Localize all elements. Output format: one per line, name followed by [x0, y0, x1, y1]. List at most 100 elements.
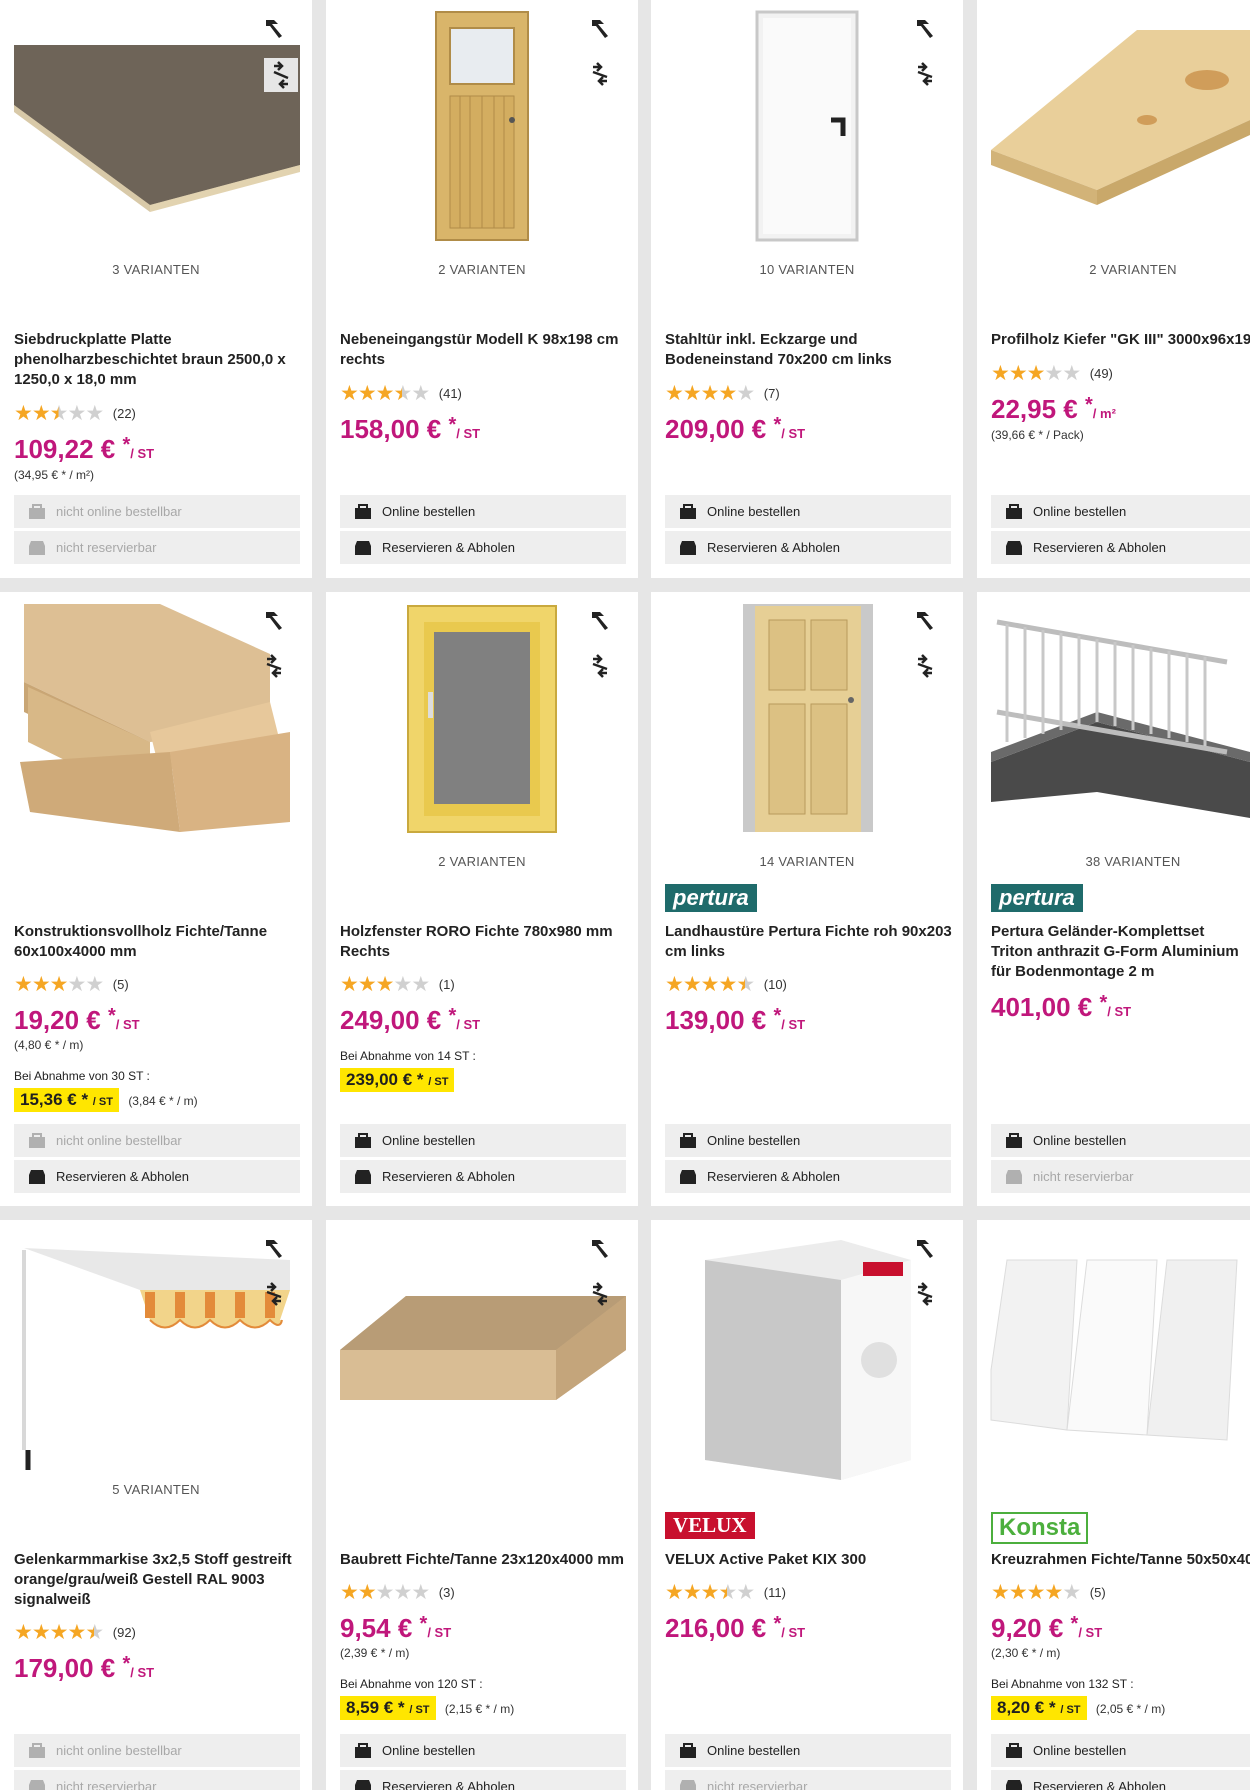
rating-stars: ★★★★★	[340, 1581, 430, 1604]
hammer-icon[interactable]	[260, 1234, 288, 1262]
product-title[interactable]: Holzfenster RORO Fichte 780x980 mm Recht…	[340, 922, 630, 962]
order-online-button[interactable]: Online bestellen	[665, 1124, 951, 1157]
hammer-icon[interactable]	[586, 1234, 614, 1262]
product-title[interactable]: Siebdruckplatte Platte phenolharzbeschic…	[14, 330, 304, 390]
order-online-button[interactable]: Online bestellen	[340, 495, 626, 528]
product-card[interactable]: 2 VARIANTEN Profilholz Kiefer "GK III" 3…	[977, 0, 1250, 578]
store-icon	[354, 1169, 372, 1185]
product-image[interactable]	[977, 592, 1250, 862]
reserve-button[interactable]: Reservieren & Abholen	[665, 531, 951, 564]
hammer-icon[interactable]	[911, 14, 939, 42]
rating-stars: ★★★★★	[665, 382, 755, 405]
compare-icon[interactable]	[260, 652, 288, 680]
cart-icon	[354, 1132, 372, 1149]
price-unit: / ST	[456, 1017, 481, 1032]
compare-icon[interactable]	[586, 652, 614, 680]
compare-icon[interactable]	[264, 58, 298, 92]
rating: ★★★★★ (7)	[665, 381, 780, 406]
hammer-icon[interactable]	[911, 606, 939, 634]
order-online-button[interactable]: nicht online bestellbar	[14, 495, 300, 528]
reserve-button[interactable]: nicht reservierbar	[14, 531, 300, 564]
order-online-button[interactable]: Online bestellen	[991, 1734, 1250, 1767]
unit-price: (2,30 € * / m)	[991, 1646, 1061, 1660]
bulk-price: 8,59 € * / ST	[340, 1696, 436, 1720]
price-value: 401,00 €	[991, 992, 1093, 1022]
reserve-button[interactable]: Reservieren & Abholen	[340, 1160, 626, 1193]
rating-stars: ★★★★★	[14, 1621, 104, 1644]
order-online-button[interactable]: Online bestellen	[991, 495, 1250, 528]
hammer-icon[interactable]	[260, 14, 288, 42]
product-card[interactable]: 14 VARIANTEN pertura Landhaustüre Pertur…	[651, 592, 963, 1206]
product-title[interactable]: Konstruktionsvollholz Fichte/Tanne 60x10…	[14, 922, 304, 962]
compare-icon[interactable]	[260, 1280, 288, 1308]
product-title[interactable]: Profilholz Kiefer "GK III" 3000x96x19 mm	[991, 330, 1250, 350]
reserve-button[interactable]: nicht reservierbar	[14, 1770, 300, 1790]
hammer-icon[interactable]	[586, 606, 614, 634]
reserve-button[interactable]: Reservieren & Abholen	[665, 1160, 951, 1193]
product-card[interactable]: 38 VARIANTEN pertura Pertura Geländer-Ko…	[977, 592, 1250, 1206]
price-value: 109,22 €	[14, 434, 116, 464]
price-unit: / ST	[456, 426, 481, 441]
price-unit: / ST	[781, 1017, 806, 1032]
bulk-label: Bei Abnahme von 120 ST :	[340, 1677, 483, 1691]
reserve-button[interactable]: Reservieren & Abholen	[340, 531, 626, 564]
reserve-button[interactable]: Reservieren & Abholen	[991, 531, 1250, 564]
compare-icon[interactable]	[911, 652, 939, 680]
product-card[interactable]: Konsta Kreuzrahmen Fichte/Tanne 50x50x40…	[977, 1220, 1250, 1790]
bulk-price: 239,00 € * / ST	[340, 1068, 455, 1092]
rating-count: (5)	[1089, 1585, 1106, 1600]
bulk-unit-price: (2,15 € * / m)	[444, 1702, 515, 1716]
order-online-button[interactable]: Online bestellen	[991, 1124, 1250, 1157]
order-online-button[interactable]: nicht online bestellbar	[14, 1734, 300, 1767]
product-title[interactable]: Landhaustüre Pertura Fichte roh 90x203 c…	[665, 922, 955, 962]
rating: ★★★★★ (22)	[14, 401, 136, 426]
order-online-button[interactable]: Online bestellen	[340, 1734, 626, 1767]
order-online-button[interactable]: nicht online bestellbar	[14, 1124, 300, 1157]
product-title[interactable]: Stahltür inkl. Eckzarge und Bodeneinstan…	[665, 330, 955, 370]
order-online-label: Online bestellen	[382, 1133, 476, 1148]
reserve-label: Reservieren & Abholen	[56, 1169, 189, 1184]
price-unit: / m²	[1092, 406, 1116, 421]
order-online-label: Online bestellen	[382, 504, 476, 519]
hammer-icon[interactable]	[586, 14, 614, 42]
reserve-button[interactable]: Reservieren & Abholen	[14, 1160, 300, 1193]
price-unit: / ST	[1107, 1004, 1132, 1019]
cart-icon	[28, 503, 46, 520]
reserve-button[interactable]: Reservieren & Abholen	[340, 1770, 626, 1790]
product-title[interactable]: VELUX Active Paket KIX 300	[665, 1550, 955, 1570]
product-title[interactable]: Pertura Geländer-Komplettset Triton anth…	[991, 922, 1241, 982]
order-online-button[interactable]: Online bestellen	[665, 495, 951, 528]
product-title[interactable]: Nebeneingangstür Modell K 98x198 cm rech…	[340, 330, 630, 370]
product-image[interactable]	[977, 0, 1250, 270]
price: 249,00 € */ ST	[340, 1005, 481, 1035]
bulk-label: Bei Abnahme von 132 ST :	[991, 1677, 1134, 1691]
product-title[interactable]: Kreuzrahmen Fichte/Tanne 50x50x4000 mm	[991, 1550, 1250, 1570]
product-card[interactable]: 10 VARIANTEN Stahltür inkl. Eckzarge und…	[651, 0, 963, 578]
compare-icon[interactable]	[586, 1280, 614, 1308]
order-online-button[interactable]: Online bestellen	[340, 1124, 626, 1157]
product-card[interactable]: 2 VARIANTEN Holzfenster RORO Fichte 780x…	[326, 592, 638, 1206]
product-title[interactable]: Baubrett Fichte/Tanne 23x120x4000 mm	[340, 1550, 630, 1570]
reserve-button[interactable]: Reservieren & Abholen	[991, 1770, 1250, 1790]
price-value: 179,00 €	[14, 1653, 116, 1683]
product-card[interactable]: VELUX VELUX Active Paket KIX 300 ★★★★★ (…	[651, 1220, 963, 1790]
order-online-button[interactable]: Online bestellen	[665, 1734, 951, 1767]
hammer-icon[interactable]	[260, 606, 288, 634]
product-card[interactable]: 2 VARIANTEN Nebeneingangstür Modell K 98…	[326, 0, 638, 578]
product-image[interactable]	[977, 1220, 1250, 1490]
reserve-button[interactable]: nicht reservierbar	[991, 1160, 1250, 1193]
rating-stars: ★★★★★	[340, 973, 430, 996]
compare-icon[interactable]	[911, 1280, 939, 1308]
cart-icon	[28, 1132, 46, 1149]
product-card[interactable]: 3 VARIANTEN Siebdruckplatte Platte pheno…	[0, 0, 312, 578]
product-card[interactable]: 5 VARIANTEN Gelenkarmmarkise 3x2,5 Stoff…	[0, 1220, 312, 1790]
product-card[interactable]: Konstruktionsvollholz Fichte/Tanne 60x10…	[0, 592, 312, 1206]
compare-icon[interactable]	[586, 60, 614, 88]
product-title[interactable]: Gelenkarmmarkise 3x2,5 Stoff gestreift o…	[14, 1550, 304, 1610]
reserve-button[interactable]: nicht reservierbar	[665, 1770, 951, 1790]
rating-count: (10)	[763, 977, 787, 992]
compare-icon[interactable]	[911, 60, 939, 88]
product-card[interactable]: Baubrett Fichte/Tanne 23x120x4000 mm ★★★…	[326, 1220, 638, 1790]
reserve-label: Reservieren & Abholen	[707, 540, 840, 555]
hammer-icon[interactable]	[911, 1234, 939, 1262]
